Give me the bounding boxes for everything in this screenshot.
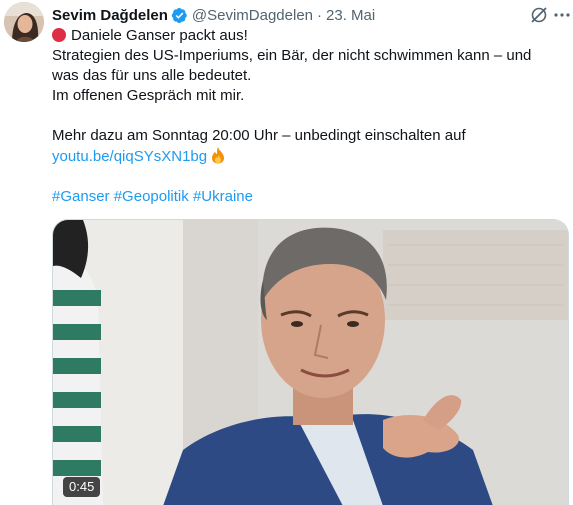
header-separator: · (317, 6, 323, 24)
tweet: Sevim Dağdelen @SevimDagdelen · 23. Mai … (0, 0, 573, 505)
video-player[interactable]: 0:45 (52, 219, 569, 505)
tweet-line-1: Daniele Ganser packt aus! (52, 26, 562, 46)
avatar-image (4, 2, 44, 42)
author-name[interactable]: Sevim Dağdelen (52, 7, 168, 24)
hashtag-ganser[interactable]: #Ganser (52, 188, 110, 205)
tweet-line-2: Strategien des US-Imperiums, ein Bär, de… (52, 47, 532, 64)
hashtag-ukraine[interactable]: #Ukraine (193, 188, 253, 205)
tweet-line-3: was das für uns alle bedeutet. (52, 67, 252, 84)
tweet-link-line: youtu.be/qiqSYsXN1bg (52, 146, 562, 167)
fire-icon (212, 147, 225, 164)
blank-line-2 (52, 167, 562, 187)
hashtag-geopolitik[interactable]: #Geopolitik (114, 188, 189, 205)
youtube-link[interactable]: youtu.be/qiqSYsXN1bg (52, 148, 207, 165)
video-duration-badge: 0:45 (63, 477, 101, 497)
tweet-line-5: Mehr dazu am Sonntag 20:00 Uhr – unbedin… (52, 127, 466, 144)
tweet-line-1-text: Daniele Ganser packt aus! (71, 27, 248, 44)
tweet-text: Daniele Ganser packt aus! Strategien des… (52, 26, 562, 207)
more-options-icon[interactable] (553, 5, 571, 25)
author-handle[interactable]: @SevimDagdelen (192, 7, 313, 24)
verified-badge-icon (171, 7, 187, 23)
tweet-date[interactable]: 23. Mai (326, 7, 375, 24)
tweet-line-4: Im offenen Gespräch mit mir. (52, 87, 245, 104)
more-dots-icon (554, 13, 570, 17)
video-thumbnail (53, 220, 568, 505)
red-circle-icon (52, 28, 66, 42)
tweet-header: Sevim Dağdelen @SevimDagdelen · 23. Mai (52, 4, 375, 26)
hashtag-line: #Ganser #Geopolitik #Ukraine (52, 187, 562, 207)
avatar[interactable] (4, 2, 44, 42)
grok-icon[interactable] (529, 5, 549, 25)
